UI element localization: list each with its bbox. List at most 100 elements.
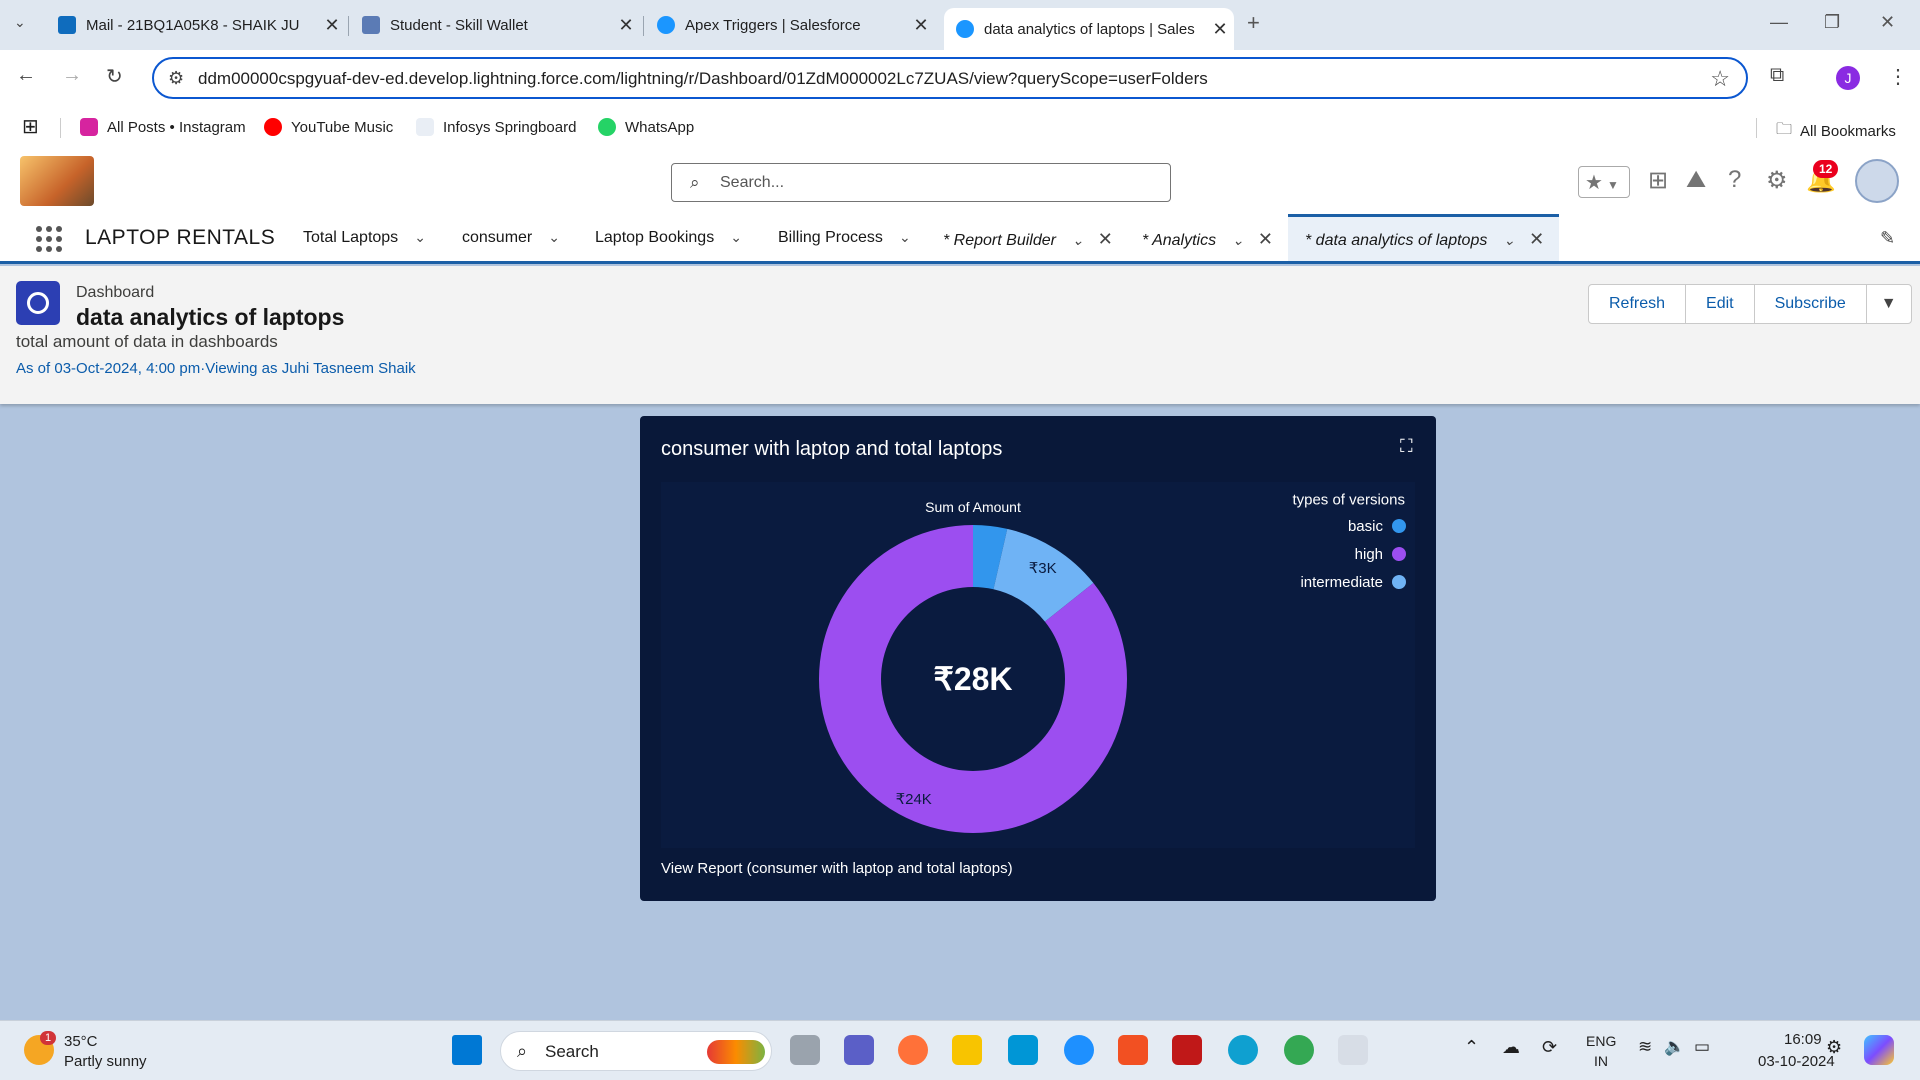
settings-gear-icon[interactable]: ⚙ (1826, 1037, 1842, 1058)
chevron-up-icon[interactable]: ⌃ (1464, 1037, 1479, 1058)
divider (60, 118, 61, 138)
nav-item-laptop-bookings[interactable]: Laptop Bookings ⌄ (595, 229, 742, 247)
global-actions-icon[interactable]: ⊞ (1648, 166, 1668, 195)
region-code[interactable]: IN (1594, 1053, 1608, 1069)
microsoft-store-icon[interactable] (1118, 1035, 1148, 1065)
bookmark-youtube-music[interactable]: YouTube Music (264, 118, 393, 136)
profile-avatar[interactable]: J (1836, 66, 1860, 90)
reload-icon[interactable]: ↻ (106, 64, 123, 89)
chevron-down-icon[interactable]: ⌄ (899, 229, 911, 245)
sync-icon[interactable]: ⟳ (1542, 1037, 1557, 1058)
app-name: LAPTOP RENTALS (85, 226, 276, 249)
close-icon[interactable]: ✕ (1529, 229, 1544, 249)
nav-item-data-analytics-of-laptops[interactable]: * data analytics of laptops ⌄ ✕ (1305, 229, 1544, 250)
file-explorer-icon[interactable] (952, 1035, 982, 1065)
expand-icon[interactable]: ⛶ (1400, 436, 1413, 457)
chevron-down-icon[interactable]: ⌄ (414, 229, 426, 245)
view-report-link[interactable]: View Report (consumer with laptop and to… (661, 860, 1013, 877)
url-bar[interactable]: ⚙ ddm00000cspgyuaf-dev-ed.develop.lightn… (152, 57, 1748, 99)
edit-nav-pencil-icon[interactable]: ✎ (1880, 228, 1895, 249)
chevron-down-icon[interactable]: ⌄ (1232, 232, 1244, 248)
mcafee-icon[interactable] (1172, 1035, 1202, 1065)
myhp-icon[interactable] (1008, 1035, 1038, 1065)
bookmark-label: WhatsApp (625, 118, 695, 136)
browser-menu-icon[interactable]: ⋮ (1888, 64, 1908, 89)
nav-item-billing-process[interactable]: Billing Process ⌄ (778, 229, 911, 247)
setup-gear-icon[interactable]: ⚙ (1766, 166, 1788, 195)
window-close-icon[interactable]: ✕ (1880, 12, 1895, 33)
task-view-icon[interactable] (790, 1035, 820, 1065)
refresh-button[interactable]: Refresh (1589, 285, 1687, 323)
legend-label-intermediate[interactable]: intermediate (1300, 574, 1383, 591)
battery-icon[interactable]: ▭ (1694, 1037, 1710, 1057)
trailhead-icon[interactable]: ⛰ (1686, 166, 1706, 194)
minimize-icon[interactable]: — (1770, 12, 1788, 33)
chevron-down-icon[interactable]: ⌄ (1072, 232, 1084, 248)
nav-item-report-builder[interactable]: * Report Builder ⌄ ✕ (943, 229, 1113, 250)
bookmark-star-icon[interactable]: ☆ (1710, 66, 1730, 92)
snipping-tool-icon[interactable] (1338, 1035, 1368, 1065)
salesforce-global-header: ⌕ Search... ★ ▼ ⊞ ⛰ ? ⚙ 🔔 12 (0, 150, 1920, 214)
legend-dot-basic[interactable] (1392, 519, 1406, 533)
global-search-input[interactable]: ⌕ Search... (671, 163, 1171, 202)
bookmark-instagram[interactable]: All Posts • Instagram (80, 118, 246, 136)
extensions-icon[interactable]: ⧉ (1770, 64, 1784, 87)
nav-item-analytics[interactable]: * Analytics ⌄ ✕ (1142, 229, 1273, 250)
site-settings-icon[interactable]: ⚙ (168, 68, 184, 89)
all-bookmarks[interactable]: 🗀 All Bookmarks (1776, 118, 1896, 145)
subscribe-button[interactable]: Subscribe (1755, 285, 1867, 323)
close-icon[interactable]: ✕ (1258, 229, 1273, 249)
teams-icon[interactable] (844, 1035, 874, 1065)
bookmark-whatsapp[interactable]: WhatsApp (598, 118, 694, 136)
firefox-icon[interactable] (898, 1035, 928, 1065)
nav-item-consumer[interactable]: consumer ⌄ (462, 229, 560, 247)
help-app-icon[interactable] (1064, 1035, 1094, 1065)
legend-dot-high[interactable] (1392, 547, 1406, 561)
legend-label-basic[interactable]: basic (1348, 518, 1384, 535)
back-icon[interactable]: ← (16, 64, 36, 87)
legend-label-high[interactable]: high (1355, 546, 1383, 563)
browser-tab-mail[interactable]: Mail - 21BQ1A05K8 - SHAIK JU ✕ (46, 8, 346, 42)
clock-time[interactable]: 16:09 (1784, 1031, 1822, 1048)
wifi-icon[interactable]: ≋ (1638, 1037, 1652, 1057)
chrome-icon[interactable] (1284, 1035, 1314, 1065)
chevron-down-icon[interactable]: ⌄ (548, 229, 560, 245)
close-icon[interactable]: ✕ (612, 15, 640, 36)
language-code[interactable]: ENG (1586, 1033, 1616, 1049)
tab-search-icon[interactable]: ⌄ (14, 14, 26, 31)
legend-dot-intermediate[interactable] (1392, 575, 1406, 589)
browser-tab-skill-wallet[interactable]: Student - Skill Wallet ✕ (350, 8, 640, 42)
onedrive-icon[interactable]: ☁ (1502, 1037, 1520, 1058)
more-actions-dropdown[interactable]: ▼ (1867, 285, 1911, 323)
bookmark-infosys[interactable]: Infosys Springboard (416, 118, 576, 136)
restore-icon[interactable]: ❐ (1824, 12, 1840, 33)
favorites-button[interactable]: ★ ▼ (1578, 166, 1630, 198)
clock-date[interactable]: 03-10-2024 (1758, 1053, 1835, 1070)
app-launcher-icon[interactable] (36, 226, 62, 252)
org-logo[interactable] (20, 156, 94, 206)
close-icon[interactable]: ✕ (318, 15, 346, 36)
chevron-down-icon: ▼ (1606, 178, 1619, 192)
help-icon[interactable]: ? (1728, 166, 1741, 194)
chevron-down-icon[interactable]: ⌄ (730, 229, 742, 245)
edit-button[interactable]: Edit (1686, 285, 1755, 323)
volume-icon[interactable]: 🔈 (1664, 1037, 1685, 1057)
new-tab-icon[interactable]: + (1247, 10, 1260, 36)
browser-tab-data-analytics[interactable]: data analytics of laptops | Sales ✕ (944, 8, 1234, 50)
browser-tab-apex-triggers[interactable]: Apex Triggers | Salesforce ✕ (645, 8, 935, 42)
forward-icon[interactable]: → (62, 64, 82, 87)
chevron-down-icon[interactable]: ⌄ (1503, 232, 1515, 248)
donut-chart[interactable]: Sum of Amount ₹3K ₹24K ₹28K types of version… (661, 482, 1415, 848)
user-avatar[interactable] (1855, 159, 1899, 203)
close-icon[interactable]: ✕ (1098, 229, 1113, 249)
apps-grid-icon[interactable]: ⊞ (22, 114, 39, 139)
edge-icon[interactable] (1228, 1035, 1258, 1065)
taskbar-search[interactable]: ⌕ Search (500, 1031, 772, 1071)
as-of-viewing-as[interactable]: As of 03-Oct-2024, 4:00 pm·Viewing as Ju… (16, 360, 416, 377)
windows-start-icon[interactable] (452, 1035, 482, 1065)
nav-item-total-laptops[interactable]: Total Laptops ⌄ (303, 229, 426, 247)
copilot-icon[interactable] (1864, 1035, 1894, 1065)
divider (1756, 118, 1757, 138)
close-icon[interactable]: ✕ (907, 15, 935, 36)
close-icon[interactable]: ✕ (1206, 19, 1234, 40)
